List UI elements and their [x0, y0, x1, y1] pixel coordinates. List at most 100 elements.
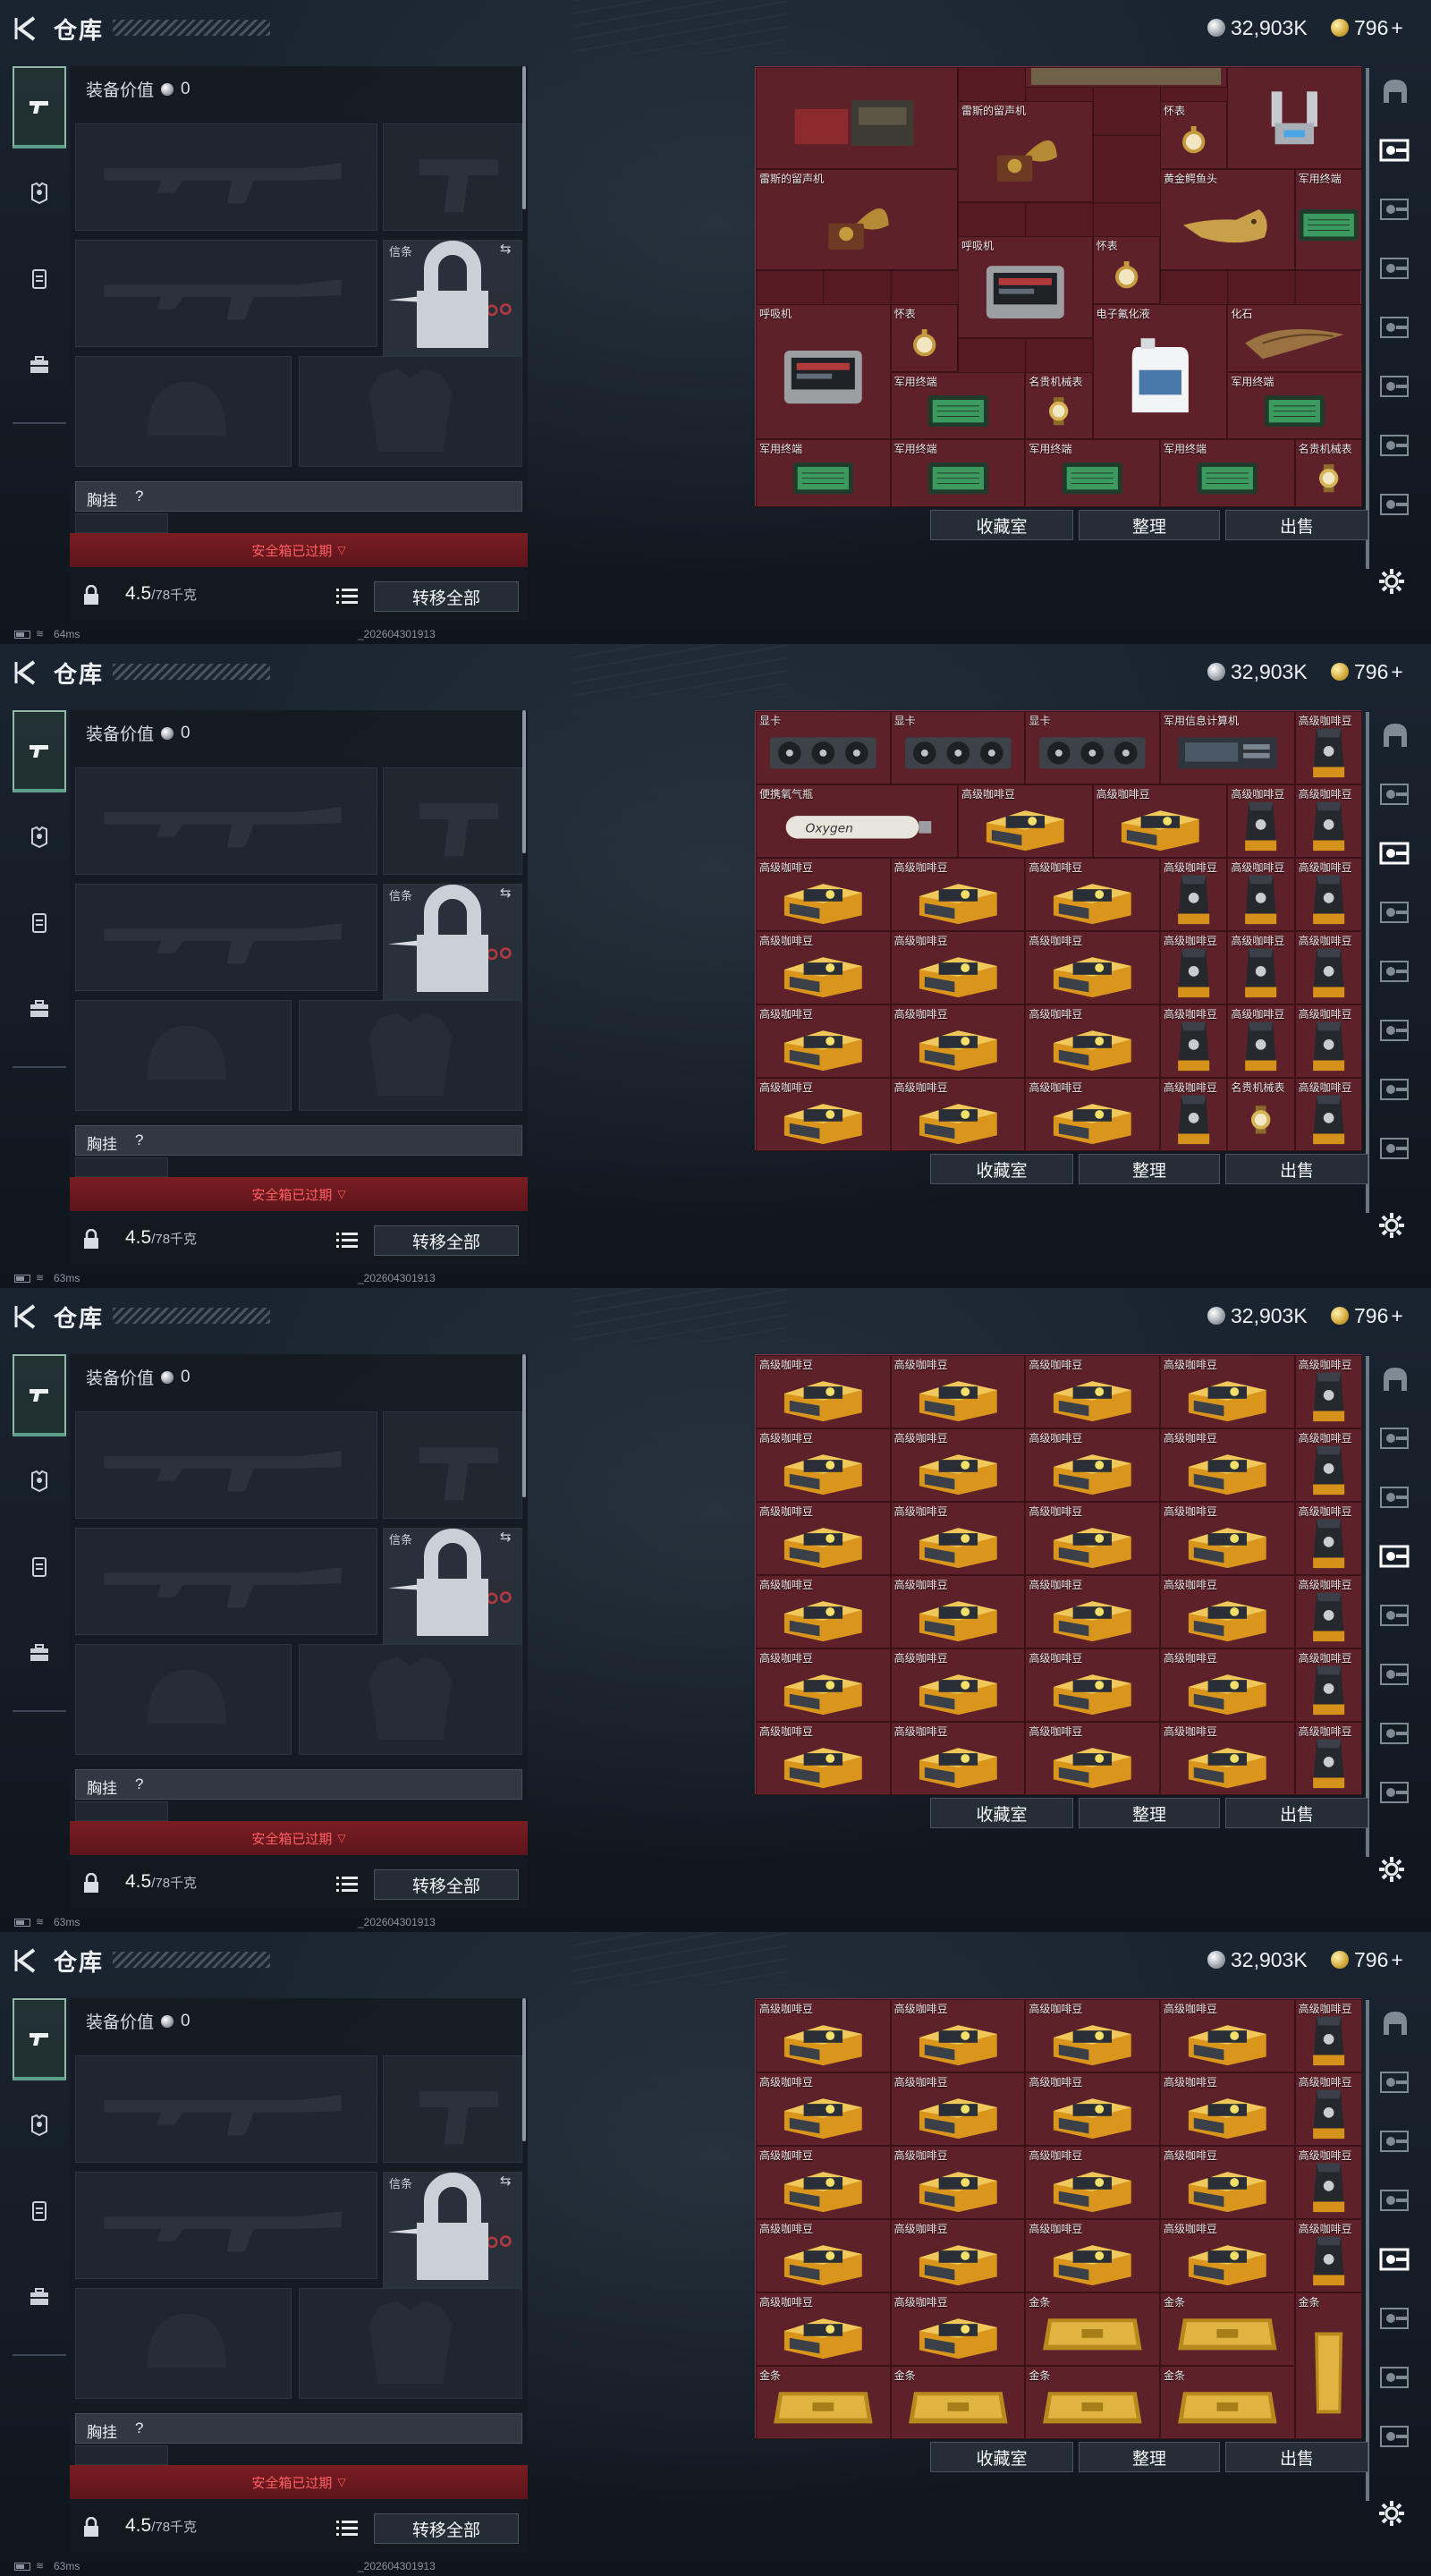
- stash-item-coffee-bag[interactable]: 高级咖啡豆: [1294, 2072, 1362, 2146]
- stash-scrollbar[interactable]: [1366, 68, 1369, 569]
- stash-page-3[interactable]: [1377, 1479, 1413, 1515]
- stash-item-coffee-bag[interactable]: 高级咖啡豆: [1294, 1575, 1362, 1648]
- tertiary-weapon-slot[interactable]: [75, 2172, 377, 2279]
- transfer-all-button[interactable]: 转移全部: [374, 581, 519, 612]
- gold-currency[interactable]: 796 +: [1331, 1301, 1403, 1331]
- body-armor-slot[interactable]: [299, 2288, 522, 2399]
- stash-item-coffee-box[interactable]: 高级咖啡豆: [1092, 784, 1228, 858]
- chest-rig-slot[interactable]: 胸挂 ?: [75, 481, 522, 512]
- stash-item-watch[interactable]: 名贵机械表: [1227, 1078, 1295, 1151]
- stash-item-coffee-box[interactable]: 高级咖啡豆: [756, 2072, 891, 2146]
- safebox-expired-banner[interactable]: 安全箱已过期 ▽: [70, 533, 528, 567]
- stash-item-coffee-box[interactable]: 高级咖啡豆: [1025, 1648, 1160, 1722]
- stash-grid[interactable]: 雷斯的留声机 怀表 雷斯的留声机 黄金鳄鱼头 军用终端 呼吸机 怀表 呼吸机 怀表 电子氟化液 化石…: [755, 66, 1362, 507]
- silver-currency[interactable]: 32,903K: [1207, 1301, 1308, 1331]
- sell-button[interactable]: 出售: [1225, 2442, 1368, 2472]
- tertiary-weapon-slot[interactable]: [75, 884, 377, 991]
- stash-item-coffee-box[interactable]: 高级咖啡豆: [1160, 1502, 1295, 1575]
- stash-page-1[interactable]: [1377, 717, 1413, 753]
- stash-item-terminal[interactable]: 军用终端: [1294, 168, 1362, 271]
- safebox-expired-banner[interactable]: 安全箱已过期 ▽: [70, 1821, 528, 1855]
- stash-item-gold-bar-v[interactable]: 金条: [1294, 2292, 1362, 2439]
- stash-item-coffee-box[interactable]: 高级咖啡豆: [1160, 1355, 1295, 1428]
- helmet-slot[interactable]: [75, 356, 292, 467]
- secondary-weapon-slot[interactable]: [383, 2055, 522, 2163]
- stash-page-4[interactable]: [1377, 1538, 1413, 1574]
- add-gold-button[interactable]: +: [1391, 1304, 1402, 1328]
- stash-item-coffee-box[interactable]: 高级咖啡豆: [756, 2146, 891, 2219]
- stash-item-pocket-watch[interactable]: 怀表: [1160, 100, 1228, 169]
- melee-slot[interactable]: 信条 ⇆: [383, 884, 522, 1000]
- stash-item-coffee-box[interactable]: 高级咖啡豆: [1025, 858, 1160, 931]
- stash-item-coffee-bag[interactable]: 高级咖啡豆: [1227, 1004, 1295, 1078]
- stash-page-6[interactable]: [1377, 1657, 1413, 1692]
- stash-item-coffee-box[interactable]: 高级咖啡豆: [1160, 2219, 1295, 2292]
- tab-backpack[interactable]: [13, 968, 66, 1050]
- stash-item-coffee-box[interactable]: 高级咖啡豆: [1160, 2072, 1295, 2146]
- stash-item-jug[interactable]: 电子氟化液: [1092, 303, 1228, 440]
- stash-item-terminal[interactable]: 军用终端: [1160, 439, 1295, 507]
- primary-weapon-slot[interactable]: [75, 123, 377, 231]
- body-armor-slot[interactable]: [299, 1000, 522, 1111]
- collection-room-button[interactable]: 收藏室: [930, 510, 1073, 540]
- stash-item-coffee-bag[interactable]: 高级咖啡豆: [1160, 858, 1228, 931]
- tab-backpack[interactable]: [13, 2256, 66, 2338]
- stash-item-coffee-box[interactable]: 高级咖啡豆: [890, 1355, 1026, 1428]
- stash-item-coffee-box[interactable]: 高级咖啡豆: [890, 1004, 1026, 1078]
- stash-item-gramophone[interactable]: 雷斯的留声机: [756, 168, 958, 271]
- stash-item-coffee-box[interactable]: 高级咖啡豆: [890, 1648, 1026, 1722]
- stash-item-coffee-bag[interactable]: 高级咖啡豆: [1294, 1722, 1362, 1795]
- stash-item-coffee-box[interactable]: 高级咖啡豆: [756, 1502, 891, 1575]
- transfer-all-button[interactable]: 转移全部: [374, 1869, 519, 1900]
- add-gold-button[interactable]: +: [1391, 16, 1402, 40]
- stash-item-coffee-bag[interactable]: 高级咖啡豆: [1160, 931, 1228, 1004]
- stash-item-coffee-box[interactable]: 高级咖啡豆: [756, 1648, 891, 1722]
- stash-item-coffee-box[interactable]: 高级咖啡豆: [890, 2072, 1026, 2146]
- stash-item-watch[interactable]: 名贵机械表: [1294, 439, 1362, 507]
- chest-rig-item[interactable]: [75, 2445, 168, 2465]
- stash-page-7[interactable]: [1377, 2360, 1413, 2395]
- list-icon[interactable]: [336, 2519, 358, 2537]
- stash-item-gold-bar[interactable]: 金条: [756, 2366, 891, 2439]
- stash-item-radio-device[interactable]: [756, 67, 958, 169]
- stash-page-5[interactable]: [1377, 309, 1413, 345]
- stash-item-gpu[interactable]: 显卡: [890, 711, 1026, 784]
- stash-item-coffee-box[interactable]: 高级咖啡豆: [890, 2292, 1026, 2366]
- stash-page-2[interactable]: [1377, 132, 1413, 168]
- stash-page-7[interactable]: [1377, 1072, 1413, 1107]
- helmet-slot[interactable]: [75, 2288, 292, 2399]
- helmet-slot[interactable]: [75, 1644, 292, 1755]
- tertiary-weapon-slot[interactable]: [75, 1528, 377, 1635]
- silver-currency[interactable]: 32,903K: [1207, 13, 1308, 43]
- secondary-weapon-slot[interactable]: [383, 767, 522, 875]
- stash-item-coffee-box[interactable]: 高级咖啡豆: [1025, 1078, 1160, 1151]
- tab-armor[interactable]: [13, 152, 66, 234]
- loadout-scrollbar[interactable]: [522, 1998, 526, 2141]
- stash-page-5[interactable]: [1377, 953, 1413, 989]
- gear-icon[interactable]: [1377, 567, 1406, 596]
- sell-button[interactable]: 出售: [1225, 1798, 1368, 1828]
- tab-weapons[interactable]: [13, 710, 66, 792]
- stash-item-terminal[interactable]: 军用终端: [890, 439, 1026, 507]
- back-button[interactable]: [13, 657, 39, 689]
- loadout-scrollbar[interactable]: [522, 66, 526, 209]
- gold-currency[interactable]: 796 +: [1331, 13, 1403, 43]
- gear-icon[interactable]: [1377, 1855, 1406, 1884]
- transfer-all-button[interactable]: 转移全部: [374, 2513, 519, 2544]
- add-gold-button[interactable]: +: [1391, 1948, 1402, 1972]
- stash-scrollbar[interactable]: [1366, 1356, 1369, 1857]
- stash-page-3[interactable]: [1377, 835, 1413, 871]
- stash-item-terminal[interactable]: 军用终端: [1025, 439, 1160, 507]
- stash-item-coffee-bag[interactable]: 高级咖啡豆: [1294, 1078, 1362, 1151]
- stash-item-coffee-box[interactable]: 高级咖啡豆: [1025, 931, 1160, 1004]
- stash-page-5[interactable]: [1377, 2241, 1413, 2277]
- stash-item-gold-bar[interactable]: 金条: [1160, 2366, 1295, 2439]
- stash-item-coffee-box[interactable]: 高级咖啡豆: [890, 1722, 1026, 1795]
- tab-rig[interactable]: [13, 1526, 66, 1608]
- tab-armor[interactable]: [13, 1440, 66, 1522]
- stash-item-coffee-box[interactable]: 高级咖啡豆: [1025, 1004, 1160, 1078]
- stash-page-6[interactable]: [1377, 369, 1413, 404]
- loadout-scrollbar[interactable]: [522, 710, 526, 853]
- collection-room-button[interactable]: 收藏室: [930, 1154, 1073, 1184]
- tab-backpack[interactable]: [13, 1612, 66, 1694]
